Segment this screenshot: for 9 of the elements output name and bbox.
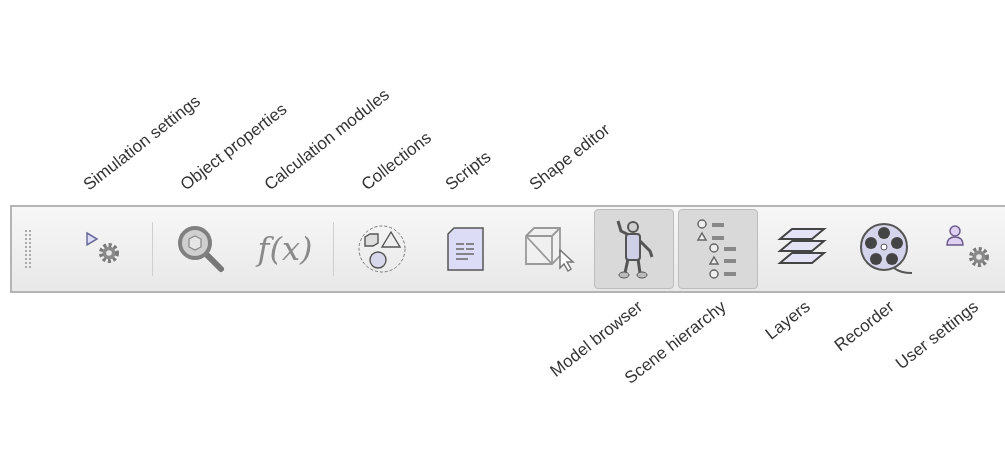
toolbar-button[interactable]: f(x): [245, 209, 325, 289]
magnifier-icon: [177, 225, 225, 273]
shapes-icon: [357, 224, 407, 274]
document-icon: [446, 226, 486, 272]
toolbar-grip[interactable]: [24, 229, 32, 269]
cube-cursor-icon: [522, 224, 578, 274]
function-icon: f(x): [257, 230, 313, 268]
toolbar-button[interactable]: [594, 209, 674, 289]
film-reel-icon: [858, 222, 914, 276]
